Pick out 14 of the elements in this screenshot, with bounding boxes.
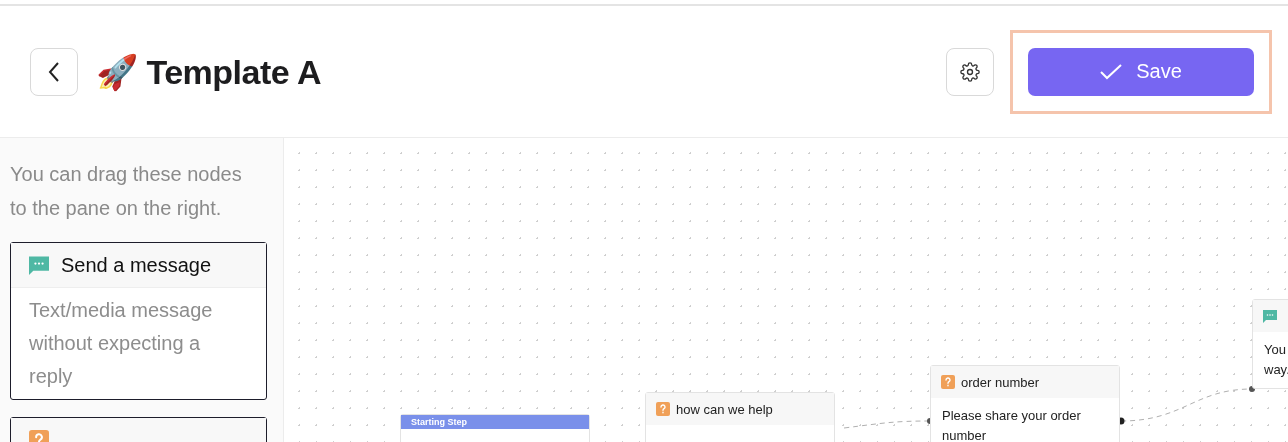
node-title: Starting Step bbox=[401, 415, 589, 429]
node-title: how can we help bbox=[676, 401, 773, 417]
flow-node[interactable]: order number Please share your order number bbox=[930, 365, 1120, 442]
node-description: Text/media message without expecting a reply bbox=[28, 298, 214, 389]
node-title: Send a message bbox=[61, 253, 212, 277]
sidebar-hint: You can drag these nodes to the pane on the right. bbox=[10, 162, 243, 221]
flow-node[interactable]: You way. bbox=[1252, 299, 1288, 389]
node-text: You way. bbox=[1263, 341, 1288, 379]
flow-node[interactable]: how can we help bbox=[645, 392, 835, 442]
node-card[interactable]: Send a message Text/media message without expecting a reply bbox=[10, 242, 267, 400]
node-title: order number bbox=[961, 374, 1040, 390]
save-button[interactable]: Save bbox=[1028, 47, 1254, 96]
node-text: Please share your order number bbox=[941, 407, 1082, 442]
page-title: 🚀 Template A bbox=[96, 51, 321, 92]
